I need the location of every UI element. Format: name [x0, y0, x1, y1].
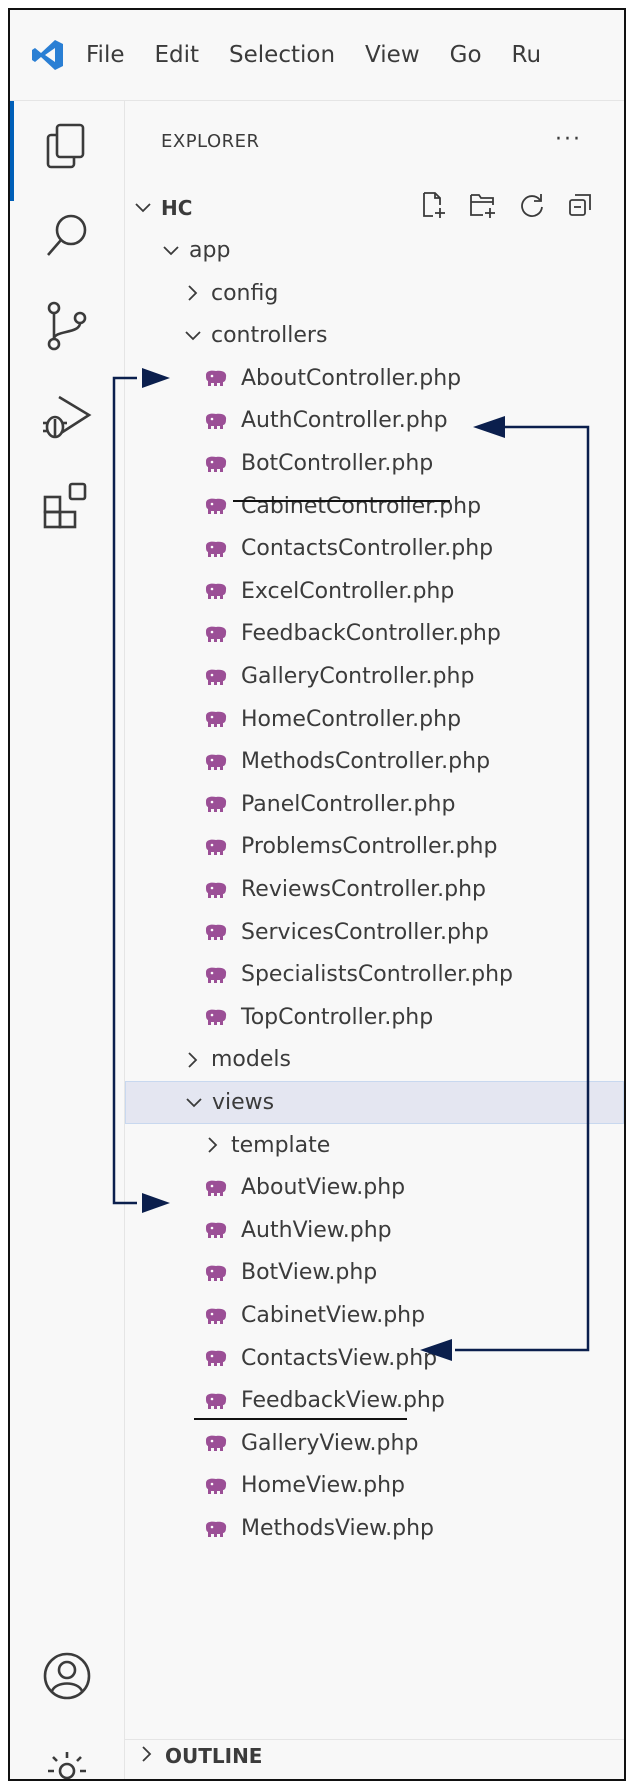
auth-view-arrowhead	[420, 1339, 452, 1361]
auth-controller-arrowhead	[473, 416, 505, 438]
about-controller-arrowhead	[142, 368, 170, 388]
about-view-arrowhead	[142, 1193, 170, 1213]
vscode-window: File Edit Selection View Go Ru EXPLORER …	[8, 8, 626, 1781]
auth-link-line	[455, 425, 590, 1352]
annotation-overlay	[112, 368, 590, 1420]
about-link-line	[112, 376, 137, 1205]
